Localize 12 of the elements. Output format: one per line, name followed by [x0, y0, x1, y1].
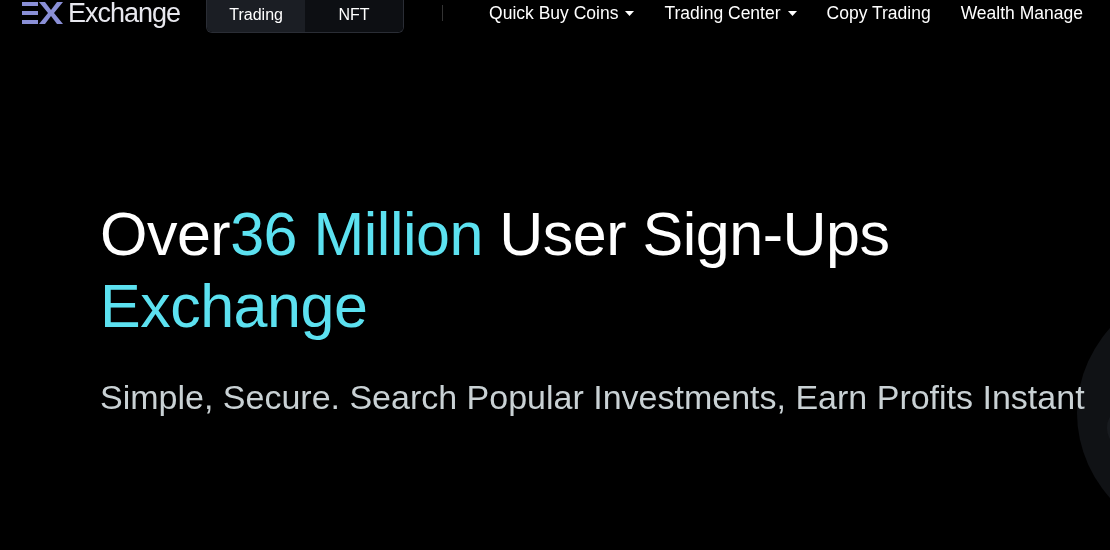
nav-link[interactable]: Quick Buy Coins — [489, 2, 635, 24]
nav-tab[interactable]: NFT — [305, 0, 404, 32]
hero-tagline: Simple, Secure. Search Popular Investments, Earn Profits Instant — [100, 378, 1085, 417]
nav-link[interactable]: Trading Center — [664, 2, 797, 24]
nav-link[interactable]: Wealth Manage — [960, 2, 1083, 24]
caret-icon — [787, 10, 797, 16]
nav-tab[interactable]: Trading — [207, 0, 306, 32]
logo-icon — [22, 2, 64, 24]
nav-link[interactable]: Copy Trading — [826, 2, 931, 24]
logo-text: Exchange — [68, 0, 181, 29]
hero-headline: Over36 Million User Sign-Ups Exchange — [100, 199, 891, 342]
caret-icon — [625, 10, 635, 16]
